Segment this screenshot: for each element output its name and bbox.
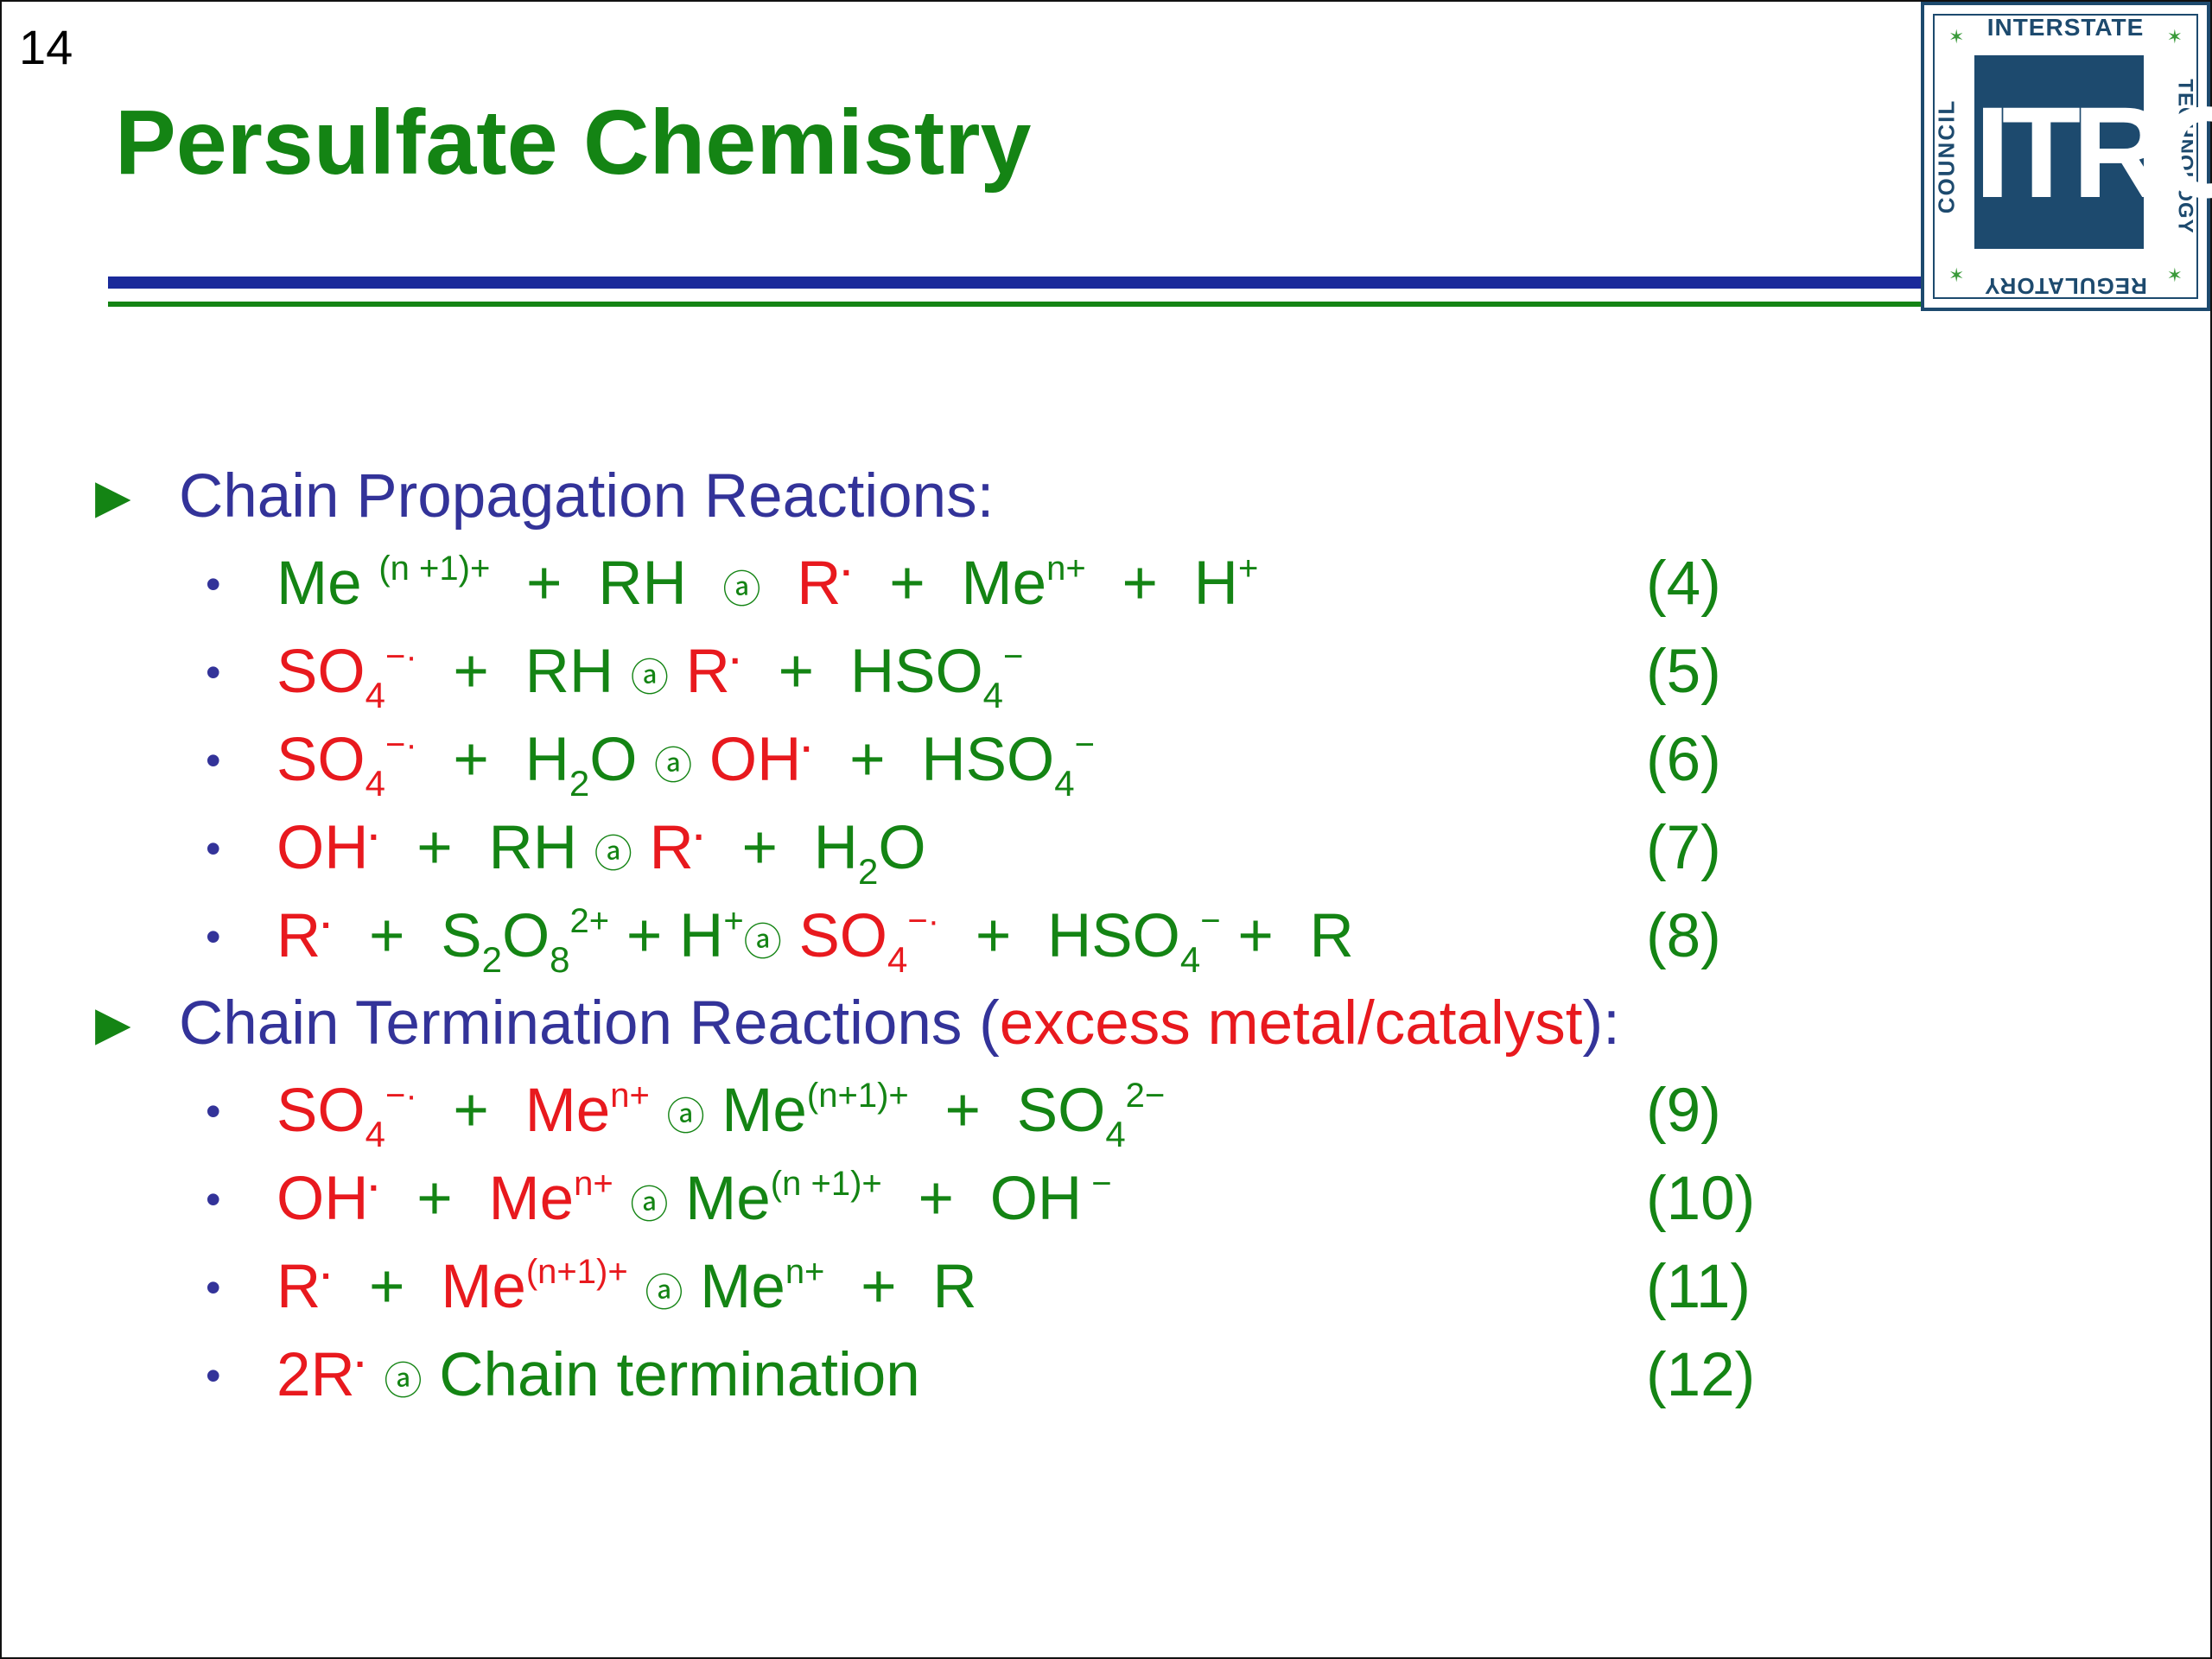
section-heading-highlight: excess metal/catalyst bbox=[999, 989, 1583, 1058]
bullet-icon: • bbox=[206, 824, 221, 873]
chain-termination-text: Chain termination bbox=[439, 1341, 920, 1409]
star-icon: ✶ bbox=[2166, 26, 2183, 48]
triangle-bullet-icon: ▶ bbox=[95, 998, 131, 1050]
equation-row-6: • SO4−· + H2O ⓐ OH· + HSO4− (6) bbox=[95, 716, 1823, 804]
equation-row-4: • Me (n +1)+ + RH ⓐ R· + Men+ + H+ (4) bbox=[95, 540, 1823, 628]
equation-row-8: • R· + S2O82+ + H+ⓐ SO4−· + HSO4− + R (8… bbox=[95, 893, 1823, 981]
bullet-icon: • bbox=[206, 560, 221, 608]
bullet-icon: • bbox=[206, 1351, 221, 1400]
equation-row-7: • OH· + RH ⓐ R· + H2O (7) bbox=[95, 804, 1823, 893]
equation-number: (8) bbox=[1646, 902, 1721, 970]
equation-row-11: • R· + Me(n+1)+ ⓐ Men+ + R (11) bbox=[95, 1243, 1823, 1332]
logo-text-bottom: REGULATORY bbox=[1984, 273, 2147, 299]
star-icon: ✶ bbox=[1948, 264, 1965, 286]
equation-row-9: • SO4−· + Men+ ⓐ Me(n+1)+ + SO42− (9) bbox=[95, 1067, 1823, 1155]
equation: R· + S2O82+ + H+ⓐ SO4−· + HSO4− + R bbox=[276, 902, 1354, 980]
equation-number: (7) bbox=[1646, 814, 1721, 882]
logo-text-left: COUNCIL bbox=[1933, 99, 1960, 214]
bullet-icon: • bbox=[206, 736, 221, 785]
page-title: Persulfate Chemistry bbox=[115, 92, 1032, 194]
bullet-icon: • bbox=[206, 912, 221, 961]
equation-number: (10) bbox=[1646, 1165, 1756, 1233]
section-heading-termination: ▶ Chain Termination Reactions (excess me… bbox=[95, 981, 1823, 1067]
logo-mark: ITRC bbox=[1974, 55, 2212, 249]
logo-text-top: INTERSTATE bbox=[1986, 14, 2145, 41]
star-icon: ✶ bbox=[2166, 264, 2183, 286]
title-divider-blue bbox=[108, 276, 1923, 289]
section-heading-text: Chain Propagation Reactions: bbox=[179, 462, 995, 531]
equation-row-12: • 2R· ⓐ Chain termination (12) bbox=[95, 1332, 1823, 1420]
section-heading-propagation: ▶ Chain Propagation Reactions: bbox=[95, 454, 1823, 540]
triangle-bullet-icon: ▶ bbox=[95, 471, 131, 523]
equation: SO4−· + H2O ⓐ OH· + HSO4− bbox=[276, 726, 1095, 804]
equation: OH· + Men+ ⓐ Me(n +1)+ + OH − bbox=[276, 1165, 1112, 1233]
equation: OH· + RH ⓐ R· + H2O bbox=[276, 814, 926, 892]
bullet-icon: • bbox=[206, 1263, 221, 1312]
bullet-icon: • bbox=[206, 1175, 221, 1224]
equation-row-5: • SO4−· + RH ⓐ R· + HSO4− (5) bbox=[95, 628, 1823, 716]
equation-number: (11) bbox=[1646, 1253, 1751, 1321]
itrc-logo: INTERSTATE REGULATORY COUNCIL TECHNOLOGY… bbox=[1921, 2, 2212, 311]
equation: 2R· ⓐ Chain termination bbox=[276, 1341, 920, 1409]
equation: R· + Me(n+1)+ ⓐ Men+ + R bbox=[276, 1253, 977, 1321]
equation: SO4−· + RH ⓐ R· + HSO4− bbox=[276, 638, 1024, 715]
equation: SO4−· + Men+ ⓐ Me(n+1)+ + SO42− bbox=[276, 1077, 1166, 1154]
slide-number: 14 bbox=[19, 20, 73, 74]
equation-number: (6) bbox=[1646, 726, 1721, 794]
section-heading-text: Chain Termination Reactions ( bbox=[179, 989, 1000, 1058]
equation-number: (4) bbox=[1646, 550, 1721, 618]
equation-number: (5) bbox=[1646, 638, 1721, 706]
equation-row-10: • OH· + Men+ ⓐ Me(n +1)+ + OH − (10) bbox=[95, 1155, 1823, 1243]
equation: Me (n +1)+ + RH ⓐ R· + Men+ + H+ bbox=[276, 550, 1259, 618]
equation-number: (9) bbox=[1646, 1077, 1721, 1145]
equation-number: (12) bbox=[1646, 1341, 1756, 1409]
section-heading-end: ): bbox=[1582, 989, 1620, 1058]
title-divider-green bbox=[108, 302, 1923, 307]
bullet-icon: • bbox=[206, 648, 221, 696]
slide-content: ▶ Chain Propagation Reactions: • Me (n +… bbox=[95, 454, 1823, 1420]
star-icon: ✶ bbox=[1948, 26, 1965, 48]
bullet-icon: • bbox=[206, 1087, 221, 1135]
